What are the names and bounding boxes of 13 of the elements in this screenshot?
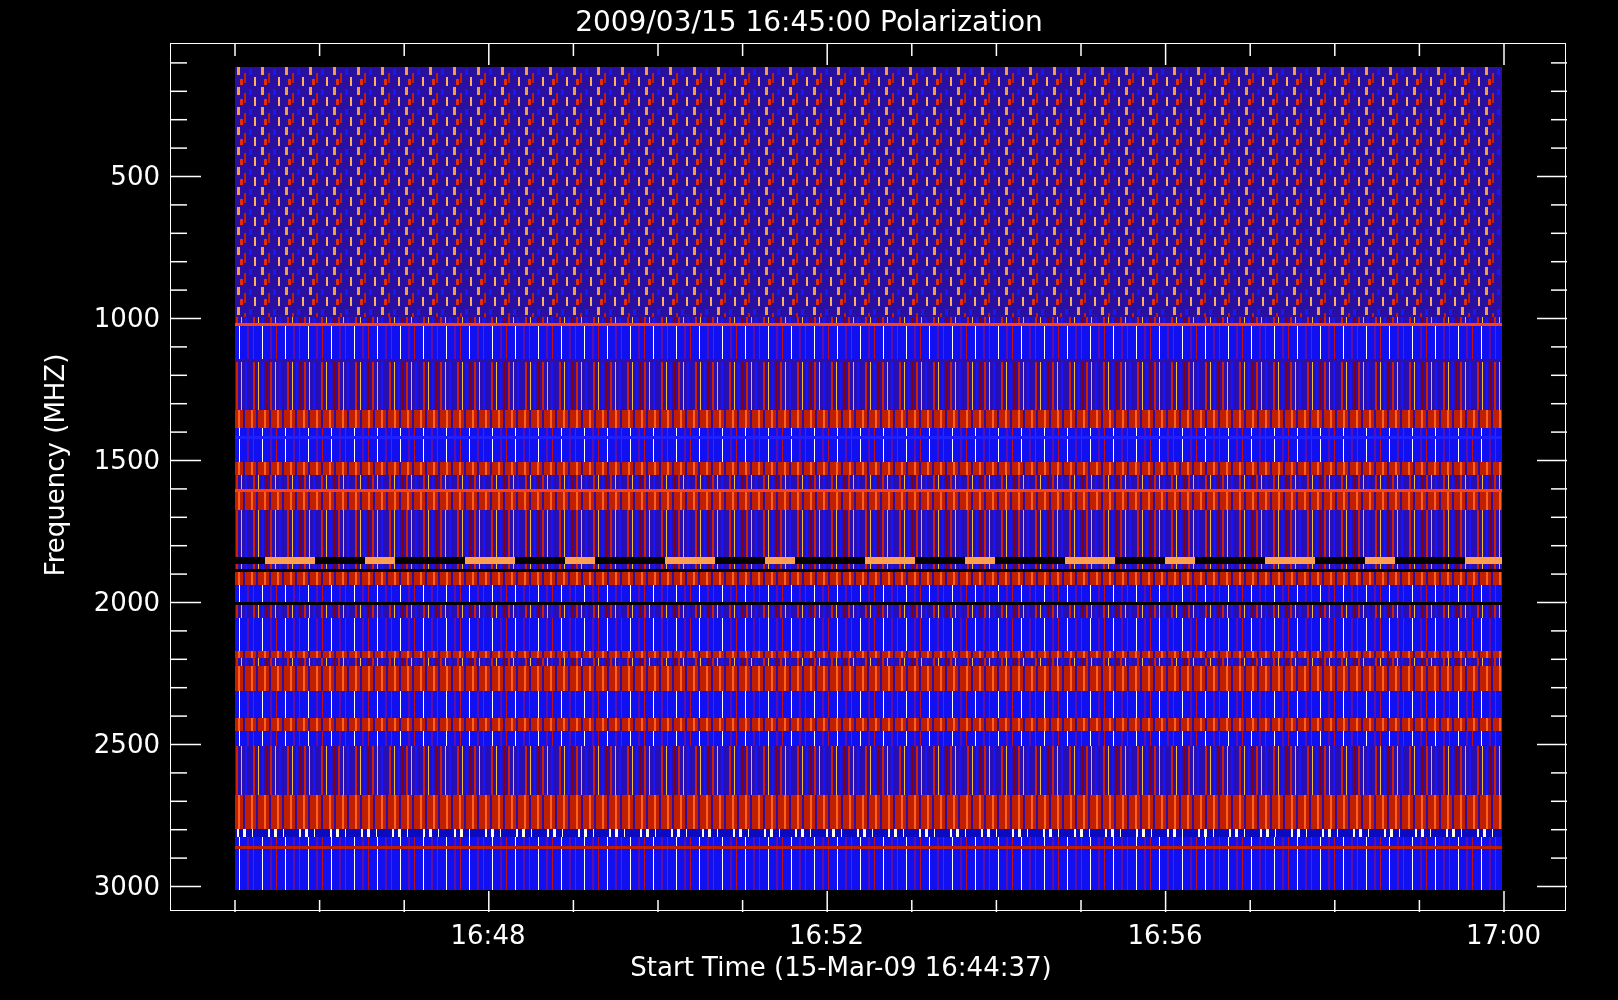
tick-label: 1500	[93, 444, 160, 475]
tick-label: 3000	[93, 870, 160, 901]
axis-title: Start Time (15-Mar-09 16:44:37)	[630, 952, 1052, 982]
tick-label: 16:56	[1127, 920, 1203, 950]
chart-title: 2009/03/15 16:45:00 Polarization	[575, 4, 1043, 40]
tick-label: 16:48	[450, 920, 526, 950]
tick-label: 500	[110, 160, 160, 191]
tick-label: 1000	[93, 302, 160, 333]
tick-label: 16:52	[789, 920, 864, 950]
tick-label: 2500	[93, 728, 160, 759]
axis-title: Frequency (MHZ)	[40, 353, 70, 577]
tick-label: 2000	[93, 586, 160, 617]
tick-label: 17:00	[1466, 920, 1541, 950]
